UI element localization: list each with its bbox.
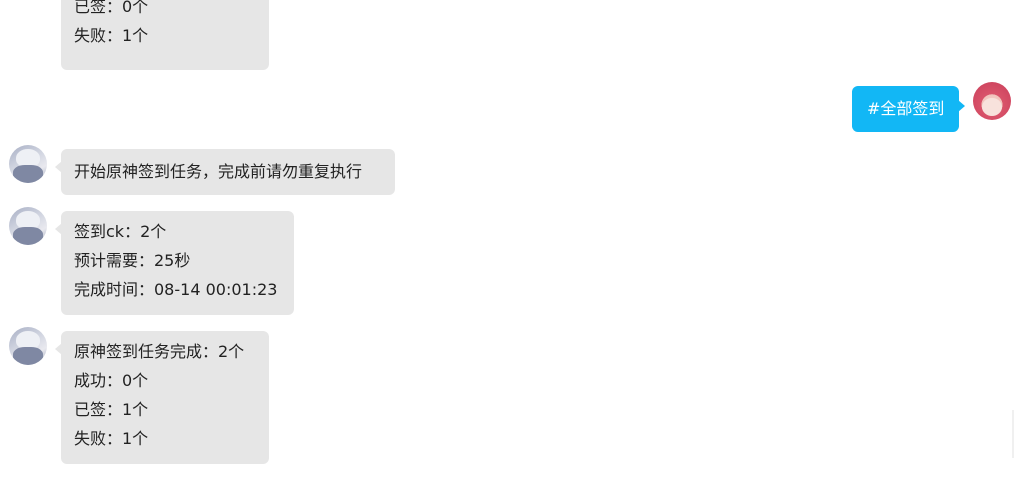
bot-message-bubble: 签到ck：2个 预计需要：25秒 完成时间：08-14 00:01:23 [55, 211, 294, 315]
message-line: 成功：0个 [74, 371, 149, 390]
message-line: 已签：0个 [74, 0, 149, 16]
user-avatar[interactable] [973, 82, 1011, 120]
user-message-bubble: #全部签到 [852, 86, 965, 132]
bot-avatar[interactable] [9, 207, 47, 245]
message-line: 失败：1个 [74, 429, 149, 448]
message-line: 签到ck：2个 [74, 222, 167, 241]
message-line: 开始原神签到任务，完成前请勿重复执行 [74, 162, 363, 181]
message-line: 失败：1个 [74, 26, 149, 45]
bot-avatar[interactable] [9, 327, 47, 365]
bot-avatar[interactable] [9, 145, 47, 183]
message-line: #全部签到 [867, 99, 945, 118]
bot-message-bubble: 已签：0个 失败：1个 [61, 0, 269, 70]
bot-message-bubble: 开始原神签到任务，完成前请勿重复执行 [55, 149, 395, 195]
message-line: 预计需要：25秒 [74, 251, 191, 270]
message-line: 完成时间：08-14 00:01:23 [74, 280, 278, 299]
message-line: 已签：1个 [74, 400, 149, 419]
bot-message-bubble: 原神签到任务完成：2个 成功：0个 已签：1个 失败：1个 [55, 331, 269, 464]
message-line: 原神签到任务完成：2个 [74, 342, 245, 361]
